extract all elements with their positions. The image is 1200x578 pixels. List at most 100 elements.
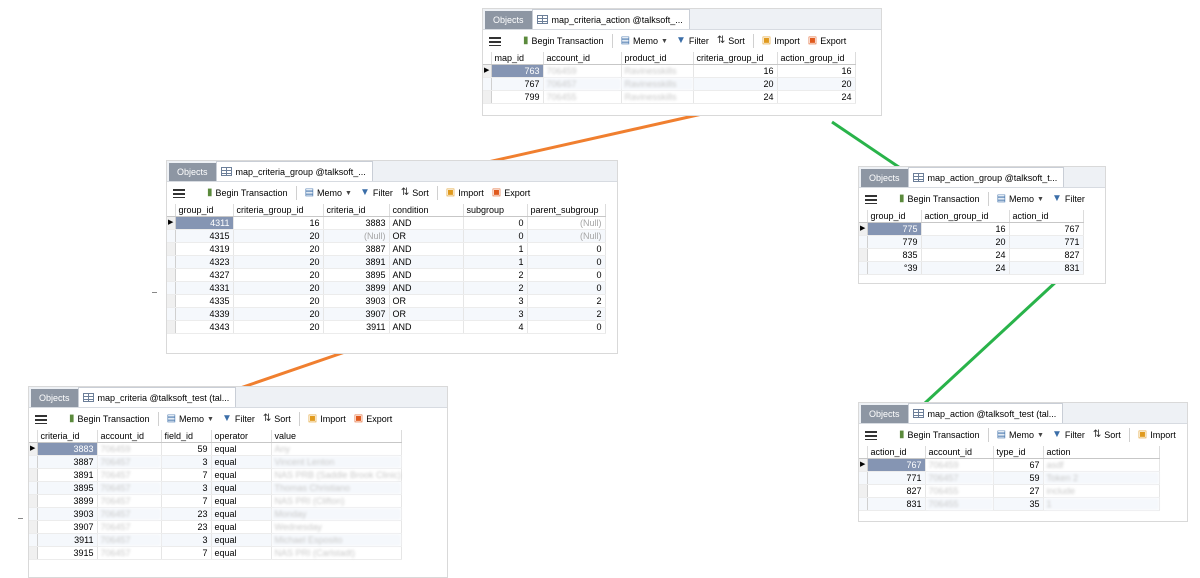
table-cell[interactable]: OR xyxy=(389,229,464,243)
table-cell[interactable]: 20 xyxy=(233,229,324,243)
table-cell[interactable]: equal xyxy=(211,533,272,547)
table-cell[interactable]: 706457 xyxy=(97,520,162,534)
column-header[interactable]: group_id xyxy=(867,210,922,223)
table-cell[interactable]: 0 xyxy=(463,229,528,243)
table-row[interactable]: ▶ 767 706459 67 asdf xyxy=(859,458,1160,472)
table-row[interactable]: 4335 20 3903 OR 3 2 xyxy=(167,294,606,308)
table-cell[interactable]: Vincent Lenton xyxy=(271,455,402,469)
table-row[interactable]: 4331 20 3899 AND 2 0 xyxy=(167,281,606,295)
column-header[interactable]: account_id xyxy=(97,430,162,443)
menu-icon[interactable] xyxy=(489,36,501,46)
begin-transaction-button[interactable]: ▮ Begin Transaction xyxy=(207,188,288,199)
table-cell[interactable]: NAS PRB (Saddle Brook Clinic) xyxy=(271,468,402,482)
objects-tab[interactable]: Objects xyxy=(485,11,532,29)
table-cell[interactable]: 763 xyxy=(491,64,544,78)
table-cell[interactable]: (Null) xyxy=(323,229,390,243)
table-row[interactable]: ▶ 4311 16 3883 AND 0 (Null) xyxy=(167,216,606,230)
sort-button[interactable]: ⇅ Sort xyxy=(717,36,745,47)
table-cell[interactable]: equal xyxy=(211,546,272,560)
objects-tab[interactable]: Objects xyxy=(169,163,216,181)
table-row[interactable]: 4343 20 3911 AND 4 0 xyxy=(167,320,606,334)
column-header[interactable]: action_id xyxy=(1009,210,1084,223)
table-cell[interactable]: 7 xyxy=(161,546,212,560)
table-cell[interactable]: 831 xyxy=(1009,261,1084,275)
table-cell[interactable]: 3883 xyxy=(37,442,98,456)
table-cell[interactable]: 7 xyxy=(161,494,212,508)
table-cell[interactable]: include xyxy=(1043,484,1160,498)
table-cell[interactable]: 20 xyxy=(693,77,778,91)
table-cell[interactable]: 4 xyxy=(463,320,528,334)
column-header[interactable]: criteria_id xyxy=(323,204,390,217)
column-header[interactable]: subgroup xyxy=(463,204,528,217)
table-cell[interactable]: 27 xyxy=(993,484,1044,498)
table-cell[interactable]: asdf xyxy=(1043,458,1160,472)
table-cell[interactable]: 3887 xyxy=(323,242,390,256)
table-cell[interactable]: 24 xyxy=(693,90,778,104)
table-cell[interactable]: AND xyxy=(389,216,464,230)
table-cell[interactable]: OR xyxy=(389,294,464,308)
table-cell[interactable]: 20 xyxy=(233,294,324,308)
table-cell[interactable]: 2 xyxy=(527,294,606,308)
column-header[interactable]: action_id xyxy=(867,446,926,459)
filter-button[interactable]: ▼ Filter xyxy=(676,36,709,47)
filter-button[interactable]: ▼ Filter xyxy=(222,414,255,425)
table-cell[interactable]: 706457 xyxy=(97,455,162,469)
memo-button[interactable]: ▤ Memo ▼ xyxy=(997,430,1044,441)
table-cell[interactable]: 4311 xyxy=(175,216,234,230)
table-cell[interactable]: 767 xyxy=(867,458,926,472)
table-cell[interactable]: 799 xyxy=(491,90,544,104)
column-header[interactable]: field_id xyxy=(161,430,212,443)
column-header[interactable]: criteria_id xyxy=(37,430,98,443)
table-cell[interactable]: Ravinesskills xyxy=(621,77,694,91)
column-header[interactable]: criteria_group_id xyxy=(233,204,324,217)
export-button[interactable]: ▣ Export xyxy=(354,414,392,425)
table-cell[interactable]: 3911 xyxy=(323,320,390,334)
table-cell[interactable]: 706457 xyxy=(97,481,162,495)
begin-transaction-button[interactable]: ▮ Begin Transaction xyxy=(69,414,150,425)
table-cell[interactable]: 59 xyxy=(993,471,1044,485)
table-cell[interactable]: (Null) xyxy=(527,216,606,230)
table-cell[interactable]: AND xyxy=(389,242,464,256)
table-row[interactable]: 3891 706457 7 equal NAS PRB (Saddle Broo… xyxy=(29,468,402,482)
column-header[interactable]: group_id xyxy=(175,204,234,217)
table-cell[interactable]: 35 xyxy=(993,497,1044,511)
column-header[interactable]: condition xyxy=(389,204,464,217)
table-cell[interactable]: 706455 xyxy=(925,484,994,498)
table-row[interactable]: 767 706457 Ravinesskills 20 20 xyxy=(483,77,856,91)
column-header[interactable]: type_id xyxy=(993,446,1044,459)
begin-transaction-button[interactable]: ▮ Begin Transaction xyxy=(899,194,980,205)
table-cell[interactable]: (Null) xyxy=(527,229,606,243)
table-cell[interactable]: 827 xyxy=(1009,248,1084,262)
objects-tab[interactable]: Objects xyxy=(861,169,908,187)
table-cell[interactable]: 0 xyxy=(463,216,528,230)
import-button[interactable]: ▣ Import xyxy=(1138,430,1176,441)
table-cell[interactable]: 24 xyxy=(921,248,1010,262)
table-cell[interactable]: 3883 xyxy=(323,216,390,230)
table-cell[interactable]: 3911 xyxy=(37,533,98,547)
table-cell[interactable]: 775 xyxy=(867,222,922,236)
table-cell[interactable]: 4331 xyxy=(175,281,234,295)
table-row[interactable]: 4339 20 3907 OR 3 2 xyxy=(167,307,606,321)
menu-icon[interactable] xyxy=(173,188,185,198)
table-cell[interactable]: °39 xyxy=(867,261,922,275)
table-cell[interactable]: Ravinesskills xyxy=(621,64,694,78)
table-cell[interactable]: 3 xyxy=(161,481,212,495)
table-cell[interactable]: Wednesday xyxy=(271,520,402,534)
table-cell[interactable]: 706457 xyxy=(925,471,994,485)
table-cell[interactable]: 835 xyxy=(867,248,922,262)
column-header[interactable]: product_id xyxy=(621,52,694,65)
table-cell[interactable]: equal xyxy=(211,481,272,495)
table-cell[interactable]: 20 xyxy=(233,242,324,256)
table-cell[interactable]: 4327 xyxy=(175,268,234,282)
table-cell[interactable]: 16 xyxy=(693,64,778,78)
table-cell[interactable]: 706457 xyxy=(97,468,162,482)
table-cell[interactable]: 67 xyxy=(993,458,1044,472)
table-cell[interactable]: 3903 xyxy=(37,507,98,521)
sort-button[interactable]: ⇅ Sort xyxy=(401,188,429,199)
column-header[interactable]: criteria_group_id xyxy=(693,52,778,65)
export-button[interactable]: ▣ Export xyxy=(808,36,846,47)
table-cell[interactable]: Ravinesskills xyxy=(621,90,694,104)
menu-icon[interactable] xyxy=(865,194,877,204)
table-row[interactable]: 3911 706457 3 equal Michael Esposito xyxy=(29,533,402,547)
table-row[interactable]: 827 706455 27 include xyxy=(859,484,1160,498)
